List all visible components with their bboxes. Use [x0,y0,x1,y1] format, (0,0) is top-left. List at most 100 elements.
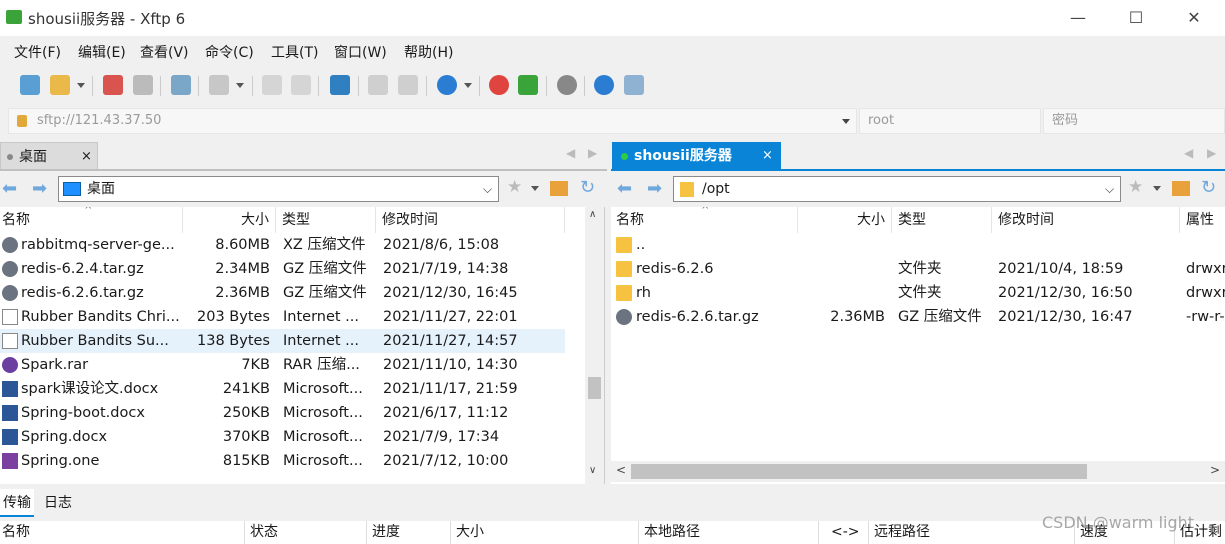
menu-command[interactable]: 命令(C) [205,42,254,62]
maximize-button[interactable]: ☐ [1116,6,1156,30]
xshell-icon[interactable] [489,75,509,95]
home-icon[interactable] [1172,181,1190,196]
transfer-column-direction[interactable]: <-> [819,521,869,544]
table-row[interactable]: Spring.one 815KB Microsoft... 2021/7/12, 10… [0,449,565,473]
sync-arrows-icon[interactable] [330,75,350,95]
tab-local-desktop[interactable]: 桌面 × [0,142,98,170]
tab-scroll-right-icon[interactable]: ▶ [1207,146,1216,160]
star-icon[interactable]: ★ [1128,177,1143,197]
column-header-size[interactable]: 大小 [798,207,892,233]
session-properties-icon[interactable] [171,75,191,95]
download-icon[interactable] [291,75,311,95]
menu-edit[interactable]: 编辑(E) [78,42,126,62]
table-row[interactable]: redis-6.2.4.tar.gz 2.34MB GZ 压缩文件 2021/7/19… [0,257,565,281]
chevron-down-icon[interactable] [464,83,472,88]
home-icon[interactable] [550,181,568,196]
table-row[interactable]: Spring-boot.docx 250KB Microsoft... 2021/6/… [0,401,565,425]
table-row[interactable]: Rubber Bandits Su... 138 Bytes Internet ..… [0,329,565,353]
menu-help[interactable]: 帮助(H) [404,42,453,62]
menu-window[interactable]: 窗口(W) [334,42,387,62]
refresh-icon[interactable]: ↻ [580,177,595,198]
scroll-up-icon[interactable]: ∧ [589,209,596,220]
file-attributes: drwxr [1186,261,1225,277]
copy-icon[interactable] [368,75,388,95]
chevron-down-icon[interactable]: ⌵ [483,177,492,201]
menu-bar: 文件(F) 编辑(E) 查看(V) 命令(C) 工具(T) 窗口(W) 帮助(H… [0,36,1225,66]
chevron-down-icon[interactable] [77,83,85,88]
back-arrow-icon[interactable]: ⬅ [617,178,632,199]
disconnect-icon[interactable] [133,75,153,95]
tab-close-icon[interactable]: × [81,143,92,171]
password-input[interactable]: 密码 [1043,108,1225,134]
paste-icon[interactable] [398,75,418,95]
column-header-modified[interactable]: 修改时间 [992,207,1180,233]
minimize-button[interactable]: — [1058,6,1098,30]
forward-arrow-icon[interactable]: ➡ [32,178,47,199]
connect-icon[interactable] [103,75,123,95]
new-session-icon[interactable] [20,75,40,95]
tabstrip-divider [611,169,1225,171]
tab-log[interactable]: 日志 [44,489,72,517]
tab-scroll-left-icon[interactable]: ◀ [1184,146,1193,160]
table-row[interactable]: Spark.rar 7KB RAR 压缩... 2021/11/10, 14:30 [0,353,565,377]
scroll-down-icon[interactable]: ∨ [589,465,596,476]
remote-path-input[interactable]: /opt ⌵ [673,176,1121,202]
globe-icon[interactable] [437,75,457,95]
transfer-icon[interactable] [209,75,229,95]
table-row[interactable]: Spring.docx 370KB Microsoft... 2021/7/9, 17… [0,425,565,449]
table-row[interactable]: rabbitmq-server-ge... 8.60MB XZ 压缩文件 2021/8… [0,233,565,257]
table-row[interactable]: redis-6.2.6.tar.gz 2.36MB GZ 压缩文件 2021/12/3… [0,281,565,305]
menu-file[interactable]: 文件(F) [14,42,61,62]
remote-horizontal-scrollbar[interactable]: < > [611,461,1225,482]
scroll-right-icon[interactable]: > [1210,463,1220,477]
tab-remote-server[interactable]: shousii服务器 × [612,142,781,170]
help-icon[interactable] [594,75,614,95]
username-input[interactable]: root [859,108,1041,134]
column-header-modified[interactable]: 修改时间 [376,207,565,233]
close-button[interactable]: ✕ [1174,6,1214,30]
tab-transfers[interactable]: 传输 [0,489,34,517]
forward-arrow-icon[interactable]: ➡ [647,178,662,199]
chat-icon[interactable] [624,75,644,95]
local-vertical-scrollbar[interactable]: ∧ ∨ [585,207,604,484]
chevron-down-icon[interactable] [1153,186,1161,191]
menu-view[interactable]: 查看(V) [140,42,189,62]
scrollbar-thumb[interactable] [631,464,1087,479]
tab-scroll-right-icon[interactable]: ▶ [588,146,597,160]
back-arrow-icon[interactable]: ⬅ [2,178,17,199]
table-row[interactable]: redis-6.2.6 文件夹 2021/10/4, 18:59 drwxr [611,257,1225,281]
transfer-column-name[interactable]: 名称 [0,521,245,544]
gear-icon[interactable] [557,75,577,95]
tab-close-icon[interactable]: × [762,142,773,170]
open-folder-icon[interactable] [50,75,70,95]
column-header-size[interactable]: 大小 [183,207,276,233]
transfer-column-status[interactable]: 状态 [245,521,367,544]
transfer-column-progress[interactable]: 进度 [367,521,451,544]
column-header-type[interactable]: 类型 [276,207,376,233]
toolbar-separator [318,76,319,96]
file-type: Internet ... [283,333,360,349]
upload-icon[interactable] [262,75,282,95]
chevron-down-icon[interactable] [842,119,850,124]
chevron-down-icon[interactable]: ⌵ [1105,177,1114,201]
transfer-column-local-path[interactable]: 本地路径 [639,521,819,544]
column-header-attributes[interactable]: 属性 [1180,207,1225,233]
refresh-icon[interactable]: ↻ [1201,177,1216,198]
scroll-left-icon[interactable]: < [616,463,626,477]
menu-tools[interactable]: 工具(T) [271,42,318,62]
chevron-down-icon[interactable] [531,186,539,191]
chevron-down-icon[interactable] [236,83,244,88]
column-header-type[interactable]: 类型 [892,207,992,233]
table-row[interactable]: rh 文件夹 2021/12/30, 16:50 drwxr [611,281,1225,305]
tab-scroll-left-icon[interactable]: ◀ [566,146,575,160]
table-row[interactable]: Rubber Bandits Chri... 203 Bytes Internet … [0,305,565,329]
table-row[interactable]: spark课设论文.docx 241KB Microsoft... 2021/11/1… [0,377,565,401]
xftp-icon[interactable] [518,75,538,95]
local-path-input[interactable]: 桌面 ⌵ [58,176,499,202]
table-row[interactable]: redis-6.2.6.tar.gz 2.36MB GZ 压缩文件 2021/12/3… [611,305,1225,329]
table-row[interactable]: .. [611,233,1225,257]
transfer-column-size[interactable]: 大小 [451,521,639,544]
star-icon[interactable]: ★ [507,177,522,197]
host-address-input[interactable]: sftp://121.43.37.50 [8,108,857,134]
scrollbar-thumb[interactable] [588,377,601,399]
